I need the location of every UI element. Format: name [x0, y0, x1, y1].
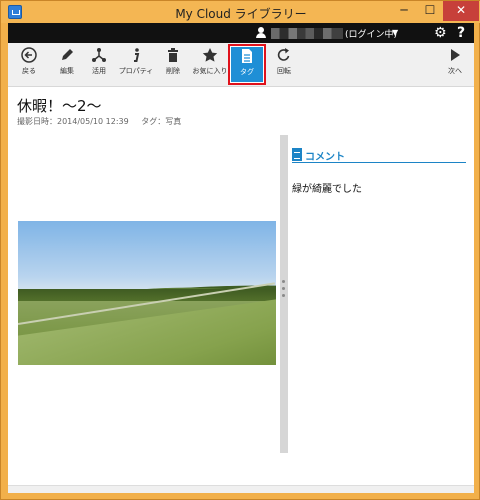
favorite-label: お気に入り [192, 67, 228, 75]
share-button[interactable]: 活用 [80, 45, 118, 85]
back-icon [21, 47, 37, 63]
tag-button[interactable]: タグ [228, 44, 266, 85]
taken-date: 撮影日時：2014/05/10 12:39 [17, 117, 129, 126]
tag-label: タグ [240, 68, 254, 76]
rotate-icon [277, 48, 290, 61]
document-icon [292, 148, 302, 161]
favorite-button[interactable]: お気に入り [191, 45, 229, 85]
pane-splitter[interactable] [280, 135, 288, 453]
user-icon [256, 27, 266, 39]
page-title: 休暇！～2～ [17, 97, 102, 115]
info-icon [134, 48, 140, 62]
status-bar [8, 485, 474, 493]
back-button[interactable]: 戻る [10, 45, 48, 85]
caret-down-icon[interactable]: ▼ [392, 28, 398, 37]
gear-icon[interactable]: ⚙ [434, 24, 447, 42]
photo-image[interactable] [18, 221, 276, 365]
trash-icon [168, 48, 178, 62]
star-icon [202, 48, 218, 62]
comment-text: 緑が綺麗でした [292, 184, 362, 195]
client-area: (ログイン中) ▼ ⚙ ? 戻る 編集 活用 プロパティ 削除 お気に入り タグ… [8, 23, 474, 493]
edit-icon [62, 49, 73, 60]
close-button[interactable]: ✕ [443, 1, 479, 21]
next-label: 次へ [448, 67, 462, 75]
properties-label: プロパティ [118, 67, 154, 75]
help-icon[interactable]: ? [457, 24, 465, 42]
account-name-redacted [271, 28, 343, 39]
share-icon [92, 48, 106, 62]
tag-icon [242, 49, 252, 63]
toolbar: 戻る 編集 活用 プロパティ 削除 お気に入り タグ 回転 次へ [8, 43, 474, 87]
splitter-grip-icon [282, 280, 286, 301]
title-bar[interactable]: My Cloud ライブラリー ─ ☐ ✕ [1, 1, 480, 23]
comment-title: コメント [305, 152, 345, 163]
delete-button[interactable]: 削除 [154, 45, 192, 85]
maximize-button[interactable]: ☐ [417, 1, 443, 21]
rotate-button[interactable]: 回転 [265, 45, 303, 85]
minimize-button[interactable]: ─ [391, 1, 417, 21]
back-label: 戻る [22, 67, 36, 75]
comment-header: コメント [292, 148, 466, 163]
next-icon [451, 49, 460, 61]
login-status: (ログイン中) [345, 30, 398, 40]
next-button[interactable]: 次へ [436, 45, 474, 85]
delete-label: 削除 [166, 67, 180, 75]
account-bar: (ログイン中) ▼ ⚙ ? [8, 23, 474, 43]
photo-meta: 撮影日時：2014/05/10 12:39 タグ：写真 [17, 116, 191, 127]
rotate-label: 回転 [277, 67, 291, 75]
app-window: My Cloud ライブラリー ─ ☐ ✕ (ログイン中) ▼ ⚙ ? 戻る 編… [0, 0, 480, 500]
properties-button[interactable]: プロパティ [117, 45, 155, 85]
share-label: 活用 [92, 67, 106, 75]
tag-value: タグ：写真 [141, 117, 182, 126]
